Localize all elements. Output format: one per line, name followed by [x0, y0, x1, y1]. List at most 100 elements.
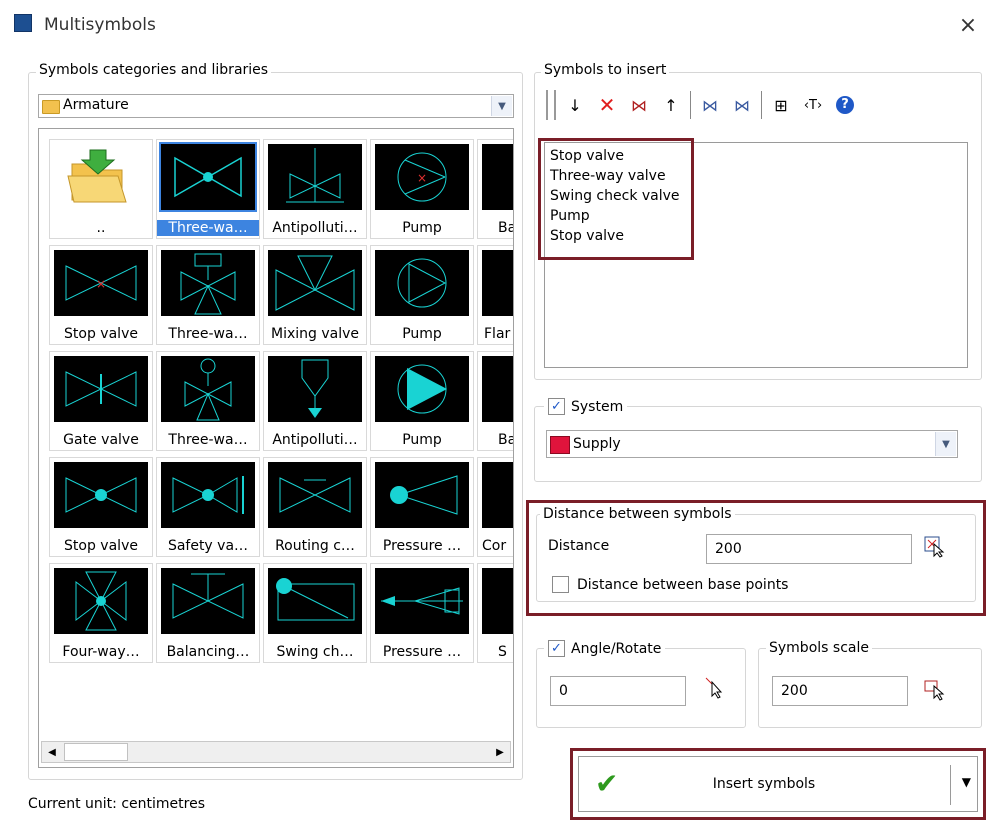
- symbols-list-items: Stop valve Three-way valve Swing check v…: [550, 146, 680, 246]
- svg-text:×: ×: [96, 277, 106, 291]
- delete-icon[interactable]: ✕: [594, 92, 620, 118]
- tile-mixing-valve[interactable]: Mixing valve: [263, 245, 367, 345]
- antipollution-symbol-icon: [268, 356, 362, 422]
- tile-label: Pump: [402, 326, 442, 342]
- system-select-value: Supply: [573, 436, 621, 452]
- replace-icon[interactable]: ⋈: [729, 92, 755, 118]
- scroll-right-icon[interactable]: ▶: [490, 742, 510, 762]
- tile-three-way-valve[interactable]: Three-wa…: [156, 139, 260, 239]
- tile-pump-1[interactable]: × Pump: [370, 139, 474, 239]
- symbol-icon: [482, 462, 513, 528]
- base-points-row[interactable]: Distance between base points: [552, 576, 788, 593]
- list-item[interactable]: Swing check valve: [550, 186, 680, 206]
- svg-text:×: ×: [417, 171, 427, 185]
- horizontal-scrollbar[interactable]: ◀ ▶: [41, 741, 511, 763]
- tile-pressure-2[interactable]: Pressure …: [370, 563, 474, 663]
- symbol-icon: [482, 250, 513, 316]
- arrow-up-icon[interactable]: ↑: [658, 92, 684, 118]
- close-icon[interactable]: ×: [956, 14, 980, 38]
- list-item[interactable]: Three-way valve: [550, 166, 680, 186]
- scale-input[interactable]: 200: [772, 676, 908, 706]
- tile-label: Stop valve: [64, 538, 138, 554]
- system-select[interactable]: Supply ▼: [546, 430, 958, 458]
- tile-four-way[interactable]: Four-way…: [49, 563, 153, 663]
- tile-partial[interactable]: Cor: [477, 457, 513, 557]
- pressure-symbol-icon: [375, 568, 469, 634]
- category-select[interactable]: Armature ▼: [38, 94, 514, 118]
- list-item[interactable]: Stop valve: [550, 146, 680, 166]
- tile-label: Stop valve: [64, 326, 138, 342]
- scroll-left-icon[interactable]: ◀: [42, 742, 62, 762]
- base-points-checkbox[interactable]: [552, 576, 569, 593]
- tile-parent-folder[interactable]: ..: [49, 139, 153, 239]
- chevron-down-icon[interactable]: ▼: [935, 432, 956, 456]
- tile-routing[interactable]: Routing c…: [263, 457, 367, 557]
- routing-symbol-icon: [268, 462, 362, 528]
- safety-valve-symbol-icon: [161, 462, 255, 528]
- tile-stop-valve[interactable]: × Stop valve: [49, 245, 153, 345]
- scroll-thumb[interactable]: [64, 743, 128, 761]
- angle-checkbox[interactable]: ✓: [548, 640, 565, 657]
- symbol-icon: [482, 144, 513, 210]
- tile-label: Pressure …: [382, 538, 462, 554]
- title-bar: Multisymbols ×: [0, 0, 988, 52]
- system-checkbox[interactable]: ✓: [548, 398, 565, 415]
- pick-scale-icon[interactable]: [924, 678, 948, 702]
- tile-label: Gate valve: [63, 432, 139, 448]
- tile-label: Pump: [402, 432, 442, 448]
- tile-gate-valve[interactable]: Gate valve: [49, 351, 153, 451]
- tile-swing-check[interactable]: Swing ch…: [263, 563, 367, 663]
- tile-safety-valve[interactable]: Safety va…: [156, 457, 260, 557]
- pump-symbol-icon: [375, 250, 469, 316]
- text-icon[interactable]: ‹T›: [800, 92, 826, 118]
- tile-antipollution-2[interactable]: Antipolluti…: [263, 351, 367, 451]
- insert-toolbar: ↓ ✕ ⋈ ↑ ⋈ ⋈ ⊞ ‹T› ?: [546, 88, 976, 122]
- dropdown-arrow-icon[interactable]: ▼: [962, 775, 971, 789]
- tile-label: Pump: [402, 220, 442, 236]
- system-legend: ✓ System: [544, 398, 628, 415]
- help-icon[interactable]: ?: [832, 92, 858, 118]
- category-select-value: Armature: [63, 97, 129, 113]
- list-item[interactable]: Stop valve: [550, 226, 680, 246]
- app-icon: [14, 14, 32, 32]
- tile-pump-3[interactable]: Pump: [370, 351, 474, 451]
- tile-label: ..: [96, 220, 106, 236]
- tile-partial[interactable]: Ba: [477, 351, 513, 451]
- symbol-icon: [482, 568, 513, 634]
- pick-icon[interactable]: ⋈: [697, 92, 723, 118]
- pump-symbol-icon: [375, 356, 469, 422]
- swing-check-valve-symbol-icon: [268, 568, 362, 634]
- four-way-valve-symbol-icon: [54, 568, 148, 634]
- chevron-down-icon[interactable]: ▼: [491, 96, 512, 116]
- tile-pressure[interactable]: Pressure …: [370, 457, 474, 557]
- tile-three-way-valve-3[interactable]: Three-wa…: [156, 351, 260, 451]
- tile-label: Ba: [498, 432, 513, 448]
- tile-label: Pressure …: [382, 644, 462, 660]
- tile-stop-valve-2[interactable]: Stop valve: [49, 457, 153, 557]
- tile-label: Cor: [482, 538, 507, 554]
- tile-label: Antipolluti…: [272, 220, 358, 236]
- distance-label: Distance: [548, 538, 610, 554]
- tile-balancing[interactable]: Balancing…: [156, 563, 260, 663]
- pump-symbol-icon: ×: [375, 144, 469, 210]
- angle-label: Angle/Rotate: [571, 640, 662, 657]
- distance-input[interactable]: 200: [706, 534, 912, 564]
- arrow-down-icon[interactable]: ↓: [562, 92, 588, 118]
- window-title: Multisymbols: [44, 15, 156, 35]
- tile-partial[interactable]: S: [477, 563, 513, 663]
- pick-angle-icon[interactable]: [704, 676, 726, 700]
- tile-pump-2[interactable]: Pump: [370, 245, 474, 345]
- tile-antipollution[interactable]: Antipolluti…: [263, 139, 367, 239]
- pick-distance-icon[interactable]: [924, 536, 946, 558]
- insert-symbols-button[interactable]: ✔ Insert symbols ▼: [578, 756, 978, 812]
- tile-three-way-valve-2[interactable]: Three-wa…: [156, 245, 260, 345]
- tile-label: Balancing…: [166, 644, 250, 660]
- find-icon[interactable]: ⊞: [768, 92, 794, 118]
- tile-partial[interactable]: Ba: [477, 139, 513, 239]
- list-item[interactable]: Pump: [550, 206, 680, 226]
- symbol-gallery: .. Three-wa… Antipolluti… × Pump Ba × St…: [38, 128, 514, 768]
- clear-icon[interactable]: ⋈: [626, 92, 652, 118]
- categories-legend: Symbols categories and libraries: [36, 62, 272, 78]
- tile-partial[interactable]: Flar: [477, 245, 513, 345]
- angle-input[interactable]: 0: [550, 676, 686, 706]
